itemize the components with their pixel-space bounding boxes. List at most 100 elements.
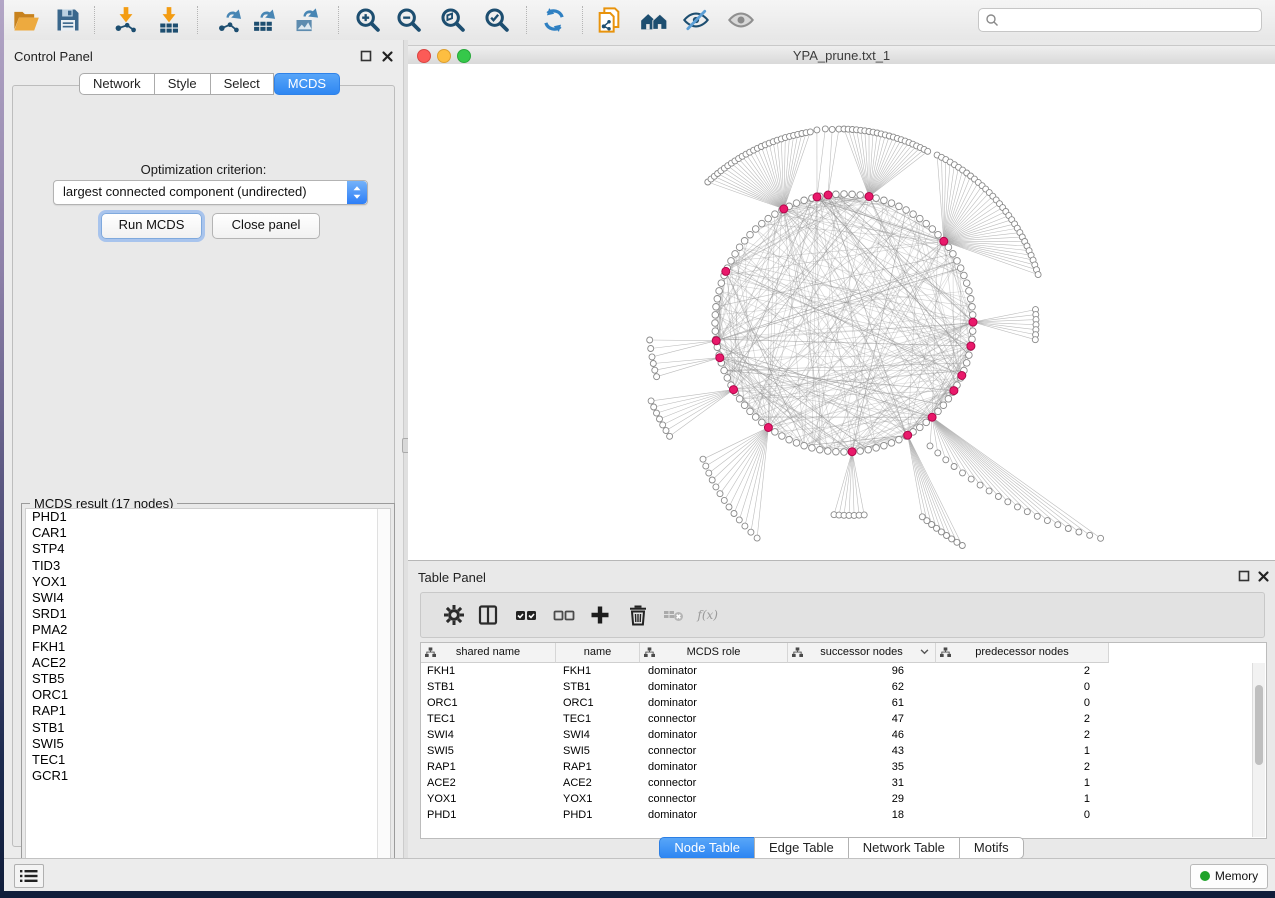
mcds-result-item[interactable]: PMA2 (26, 622, 390, 638)
cell-shared-name[interactable]: SWI5 (421, 743, 555, 759)
cell-successor-nodes[interactable]: 31 (785, 775, 932, 791)
column-header-successor-nodes[interactable]: successor nodes (788, 643, 936, 663)
close-panel-icon[interactable] (381, 50, 394, 63)
cell-mcds-role[interactable]: dominator (638, 695, 785, 711)
column-header-mcds-role[interactable]: MCDS role (640, 643, 788, 663)
zoom-in-icon[interactable] (354, 6, 382, 34)
float-table-panel-icon[interactable] (1238, 570, 1251, 583)
apply-layout-icon[interactable] (540, 6, 568, 34)
cell-successor-nodes[interactable]: 61 (785, 695, 932, 711)
search-field[interactable] (978, 8, 1262, 32)
open-file-icon[interactable] (12, 6, 40, 34)
mcds-result-item[interactable]: CAR1 (26, 525, 390, 541)
save-session-icon[interactable] (54, 6, 82, 34)
mcds-result-item[interactable]: PHD1 (26, 509, 390, 525)
table-row[interactable]: ACE2ACE2connector311 (421, 775, 1266, 791)
cell-mcds-role[interactable]: connector (638, 791, 785, 807)
new-network-from-selection-icon[interactable] (595, 6, 623, 34)
cell-mcds-role[interactable]: dominator (638, 759, 785, 775)
scrollbar-thumb[interactable] (1255, 685, 1263, 765)
tab-motifs[interactable]: Motifs (959, 837, 1024, 859)
tab-edge-table[interactable]: Edge Table (754, 837, 849, 859)
cell-successor-nodes[interactable]: 35 (785, 759, 932, 775)
show-all-icon[interactable] (727, 6, 755, 34)
cell-name[interactable]: STB1 (555, 679, 638, 695)
cell-successor-nodes[interactable]: 29 (785, 791, 932, 807)
mcds-result-item[interactable]: TID3 (26, 558, 390, 574)
cell-predecessor-nodes[interactable]: 2 (932, 759, 1104, 775)
cell-mcds-role[interactable]: dominator (638, 807, 785, 823)
mcds-result-item[interactable]: SWI5 (26, 736, 390, 752)
cell-successor-nodes[interactable]: 47 (785, 711, 932, 727)
settings-gear-icon[interactable] (442, 603, 466, 627)
cell-name[interactable]: SWI4 (555, 727, 638, 743)
column-header-predecessor-nodes[interactable]: predecessor nodes (936, 643, 1109, 663)
cell-predecessor-nodes[interactable]: 0 (932, 695, 1104, 711)
column-header-shared-name[interactable]: shared name (421, 643, 556, 663)
cell-shared-name[interactable]: PHD1 (421, 807, 555, 823)
cell-name[interactable]: FKH1 (555, 663, 638, 679)
optimization-criterion-select[interactable]: largest connected component (undirected) (53, 180, 368, 205)
export-network-icon[interactable] (216, 6, 244, 34)
network-window-titlebar[interactable]: YPA_prune.txt_1 (408, 45, 1275, 65)
task-history-button[interactable] (14, 864, 44, 888)
cell-name[interactable]: ACE2 (555, 775, 638, 791)
table-scrollbar[interactable] (1252, 663, 1265, 837)
cell-predecessor-nodes[interactable]: 0 (932, 679, 1104, 695)
unselect-all-icon[interactable] (552, 603, 576, 627)
mcds-result-item[interactable]: STB5 (26, 671, 390, 687)
table-row[interactable]: STB1STB1dominator620 (421, 679, 1266, 695)
mcds-result-item[interactable]: SWI4 (26, 590, 390, 606)
tab-select[interactable]: Select (210, 73, 274, 95)
delete-column-icon[interactable] (626, 603, 650, 627)
cell-successor-nodes[interactable]: 96 (785, 663, 932, 679)
table-row[interactable]: PHD1PHD1dominator180 (421, 807, 1266, 823)
tab-mcds[interactable]: MCDS (274, 73, 340, 95)
cell-successor-nodes[interactable]: 62 (785, 679, 932, 695)
search-input[interactable] (1003, 10, 1257, 30)
mcds-result-item[interactable]: STP4 (26, 541, 390, 557)
cell-predecessor-nodes[interactable]: 1 (932, 791, 1104, 807)
mcds-result-item[interactable]: ORC1 (26, 687, 390, 703)
tab-network-table[interactable]: Network Table (848, 837, 960, 859)
mcds-result-item[interactable]: ACE2 (26, 655, 390, 671)
cell-shared-name[interactable]: ACE2 (421, 775, 555, 791)
add-column-icon[interactable] (588, 603, 612, 627)
export-image-icon[interactable] (293, 6, 321, 34)
column-header-name[interactable]: name (556, 643, 640, 663)
mcds-result-item[interactable]: SRD1 (26, 606, 390, 622)
cell-shared-name[interactable]: STB1 (421, 679, 555, 695)
mcds-result-item[interactable]: RAP1 (26, 703, 390, 719)
select-all-icon[interactable] (514, 603, 538, 627)
table-row[interactable]: ORC1ORC1dominator610 (421, 695, 1266, 711)
cell-name[interactable]: SWI5 (555, 743, 638, 759)
cell-predecessor-nodes[interactable]: 1 (932, 743, 1104, 759)
cell-shared-name[interactable]: FKH1 (421, 663, 555, 679)
cell-predecessor-nodes[interactable]: 2 (932, 711, 1104, 727)
mcds-result-item[interactable]: GCR1 (26, 768, 390, 784)
mcds-result-item[interactable]: STB1 (26, 720, 390, 736)
mcds-list-scrollbar[interactable] (377, 509, 390, 872)
cell-mcds-role[interactable]: dominator (638, 663, 785, 679)
cell-mcds-role[interactable]: connector (638, 775, 785, 791)
node-table[interactable]: shared namenameMCDS rolesuccessor nodesp… (420, 642, 1267, 839)
cell-shared-name[interactable]: SWI4 (421, 727, 555, 743)
cell-predecessor-nodes[interactable]: 1 (932, 775, 1104, 791)
table-row[interactable]: YOX1YOX1connector291 (421, 791, 1266, 807)
cell-successor-nodes[interactable]: 18 (785, 807, 932, 823)
cell-shared-name[interactable]: ORC1 (421, 695, 555, 711)
mcds-result-item[interactable]: TEC1 (26, 752, 390, 768)
zoom-out-icon[interactable] (395, 6, 423, 34)
table-row[interactable]: FKH1FKH1dominator962 (421, 663, 1266, 679)
cell-name[interactable]: TEC1 (555, 711, 638, 727)
table-row[interactable]: TEC1TEC1connector472 (421, 711, 1266, 727)
zoom-fit-icon[interactable] (439, 6, 467, 34)
mcds-result-item[interactable]: YOX1 (26, 574, 390, 590)
memory-button[interactable]: Memory (1190, 864, 1268, 889)
cell-name[interactable]: RAP1 (555, 759, 638, 775)
first-neighbors-icon[interactable] (640, 6, 668, 34)
float-panel-icon[interactable] (360, 50, 373, 63)
run-mcds-button[interactable]: Run MCDS (101, 213, 202, 239)
export-table-icon[interactable] (250, 6, 278, 34)
table-row[interactable]: SWI5SWI5connector431 (421, 743, 1266, 759)
